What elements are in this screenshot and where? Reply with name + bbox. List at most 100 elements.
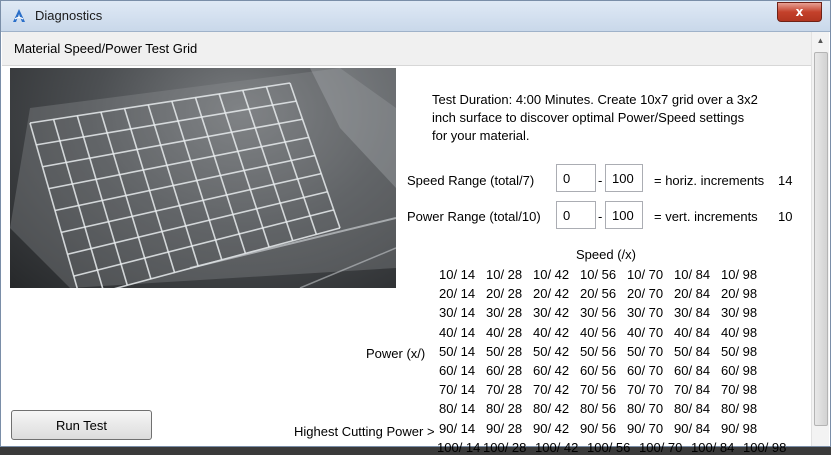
- grid-cell: 40/ 84: [674, 324, 711, 340]
- grid-cell: 100/ 70: [639, 439, 683, 455]
- grid-cell: 30/ 14: [439, 305, 476, 321]
- grid-cell: 50/ 70: [627, 343, 664, 359]
- app-logo-icon: [11, 8, 27, 24]
- grid-row: 60/ 14 60/ 28 60/ 42 60/ 56 60/ 70 60/ 84 60/ …: [439, 363, 768, 378]
- grid-cell: 70/ 84: [674, 382, 711, 398]
- grid-cell: 10/ 14: [439, 267, 476, 282]
- grid-cell: 80/ 56: [580, 401, 617, 417]
- grid-row: 70/ 14 70/ 28 70/ 42 70/ 56 70/ 70 70/ 84 70/ …: [439, 382, 768, 397]
- grid-cell: 40/ 56: [580, 324, 617, 340]
- grid-cell: 70/ 14: [439, 382, 476, 398]
- grid-cell: 100/ 42: [535, 439, 579, 455]
- grid-cell: 30/ 56: [580, 305, 617, 321]
- grid-cell: 30/ 28: [486, 305, 523, 321]
- grid-cell: 20/ 28: [486, 286, 523, 302]
- grid-cell: 90/ 14: [439, 420, 476, 436]
- vertical-scrollbar[interactable]: ▲: [811, 32, 829, 446]
- grid-cell: 20/ 14: [439, 286, 476, 302]
- grid-cell: 10/ 42: [533, 267, 570, 282]
- grid-cell: 60/ 42: [533, 363, 570, 378]
- grid-cell: 30/ 70: [627, 305, 664, 321]
- speed-range-label: Speed Range (total/7): [407, 173, 535, 188]
- grid-cell: 40/ 14: [439, 324, 476, 340]
- grid-cell: 20/ 42: [533, 286, 570, 302]
- grid-cell: 30/ 42: [533, 305, 570, 321]
- power-range-label: Power Range (total/10): [407, 209, 541, 224]
- grid-cell: 80/ 28: [486, 401, 523, 417]
- scroll-up-arrow-icon[interactable]: ▲: [812, 32, 829, 49]
- test-description: Test Duration: 4:00 Minutes. Create 10x7…: [432, 92, 758, 143]
- grid-cell: 80/ 84: [674, 401, 711, 417]
- grid-cell: 20/ 56: [580, 286, 617, 302]
- grid-row: 80/ 14 80/ 28 80/ 42 80/ 56 80/ 70 80/ 84 80/ …: [439, 401, 768, 416]
- power-axis-label: Power (x/): [366, 346, 426, 361]
- power-range-dash: -: [598, 209, 603, 224]
- grid-cell: 90/ 28: [486, 420, 523, 436]
- grid-cell: 90/ 98: [721, 420, 758, 436]
- grid-cell: 80/ 42: [533, 401, 570, 417]
- grid-cell: 40/ 98: [721, 324, 758, 340]
- grid-cell: 80/ 98: [721, 401, 758, 417]
- close-icon: x: [795, 5, 804, 19]
- run-test-button[interactable]: Run Test: [11, 410, 152, 440]
- grid-cell: 90/ 84: [674, 420, 711, 436]
- speed-increments-value: 14: [778, 173, 793, 188]
- grid-cell: 50/ 56: [580, 343, 617, 359]
- speed-increments-label: = horiz. increments: [654, 173, 765, 188]
- grid-row: 90/ 14 90/ 28 90/ 42 90/ 56 90/ 70 90/ 84 90/ …: [439, 421, 768, 436]
- grid-cell: 50/ 84: [674, 343, 711, 359]
- grid-cell: 70/ 28: [486, 382, 523, 398]
- section-header: Material Speed/Power Test Grid: [2, 32, 829, 66]
- section-title: Material Speed/Power Test Grid: [14, 41, 198, 56]
- grid-cell: 90/ 42: [533, 420, 570, 436]
- grid-cell: 60/ 84: [674, 363, 711, 378]
- grid-cell: 50/ 42: [533, 343, 570, 359]
- speed-max-input[interactable]: [605, 164, 643, 192]
- grid-cell: 60/ 14: [439, 363, 476, 378]
- grid-cell: 100/ 14: [437, 439, 481, 455]
- grid-cell: 40/ 28: [486, 324, 523, 340]
- grid-cell: 40/ 42: [533, 324, 570, 340]
- grid-row: 50/ 14 50/ 28 50/ 42 50/ 56 50/ 70 50/ 84 50/ …: [439, 344, 768, 359]
- grid-row: 30/ 14 30/ 28 30/ 42 30/ 56 30/ 70 30/ 84 30/ …: [439, 305, 768, 320]
- power-max-input[interactable]: [605, 201, 643, 229]
- grid-cell: 60/ 70: [627, 363, 664, 378]
- grid-cell: 20/ 98: [721, 286, 758, 302]
- grid-cell: 10/ 84: [674, 267, 711, 282]
- power-min-input[interactable]: [556, 201, 596, 229]
- grid-cell: 10/ 70: [627, 267, 664, 282]
- grid-cell: 100/ 28: [483, 439, 527, 455]
- power-increments-label: = vert. increments: [654, 209, 758, 224]
- grid-cell: 70/ 42: [533, 382, 570, 398]
- grid-cell: 50/ 28: [486, 343, 523, 359]
- grid-cell: 10/ 28: [486, 267, 523, 282]
- grid-row: 10/ 14 10/ 28 10/ 42 10/ 56 10/ 70 10/ 84 10/ …: [439, 267, 768, 282]
- grid-cell: 10/ 56: [580, 267, 617, 282]
- grid-cell: 70/ 56: [580, 382, 617, 398]
- grid-row: 100/ 14 100/ 28 100/ 42 100/ 56 100/ 70 100/ …: [437, 440, 795, 455]
- power-increments-value: 10: [778, 209, 793, 224]
- grid-cell: 60/ 56: [580, 363, 617, 378]
- close-button[interactable]: x: [777, 2, 822, 22]
- grid-cell: 30/ 98: [721, 305, 758, 321]
- grid-cell: 100/ 98: [743, 439, 787, 455]
- speed-min-input[interactable]: [556, 164, 596, 192]
- diagnostics-window: Diagnostics x Material Speed/Power Test …: [0, 0, 831, 455]
- speed-range-dash: -: [598, 173, 603, 188]
- grid-cell: 50/ 14: [439, 343, 476, 359]
- grid-cell: 20/ 70: [627, 286, 664, 302]
- speed-axis-header: Speed (/x): [576, 247, 636, 262]
- grid-cell: 20/ 84: [674, 286, 711, 302]
- grid-row: 20/ 14 20/ 28 20/ 42 20/ 56 20/ 70 20/ 84 20/ …: [439, 286, 768, 301]
- grid-cell: 10/ 98: [721, 267, 758, 282]
- engraved-grid-photo: [10, 68, 396, 288]
- grid-row: 40/ 14 40/ 28 40/ 42 40/ 56 40/ 70 40/ 84 40/ …: [439, 325, 768, 340]
- grid-cell: 80/ 14: [439, 401, 476, 417]
- grid-cell: 30/ 84: [674, 305, 711, 321]
- grid-cell: 70/ 98: [721, 382, 758, 398]
- title-bar: Diagnostics x: [1, 1, 830, 32]
- highest-cutting-power-label: Highest Cutting Power >: [294, 424, 435, 439]
- grid-cell: 100/ 56: [587, 439, 631, 455]
- scroll-thumb[interactable]: [814, 52, 828, 426]
- grid-cell: 60/ 98: [721, 363, 758, 378]
